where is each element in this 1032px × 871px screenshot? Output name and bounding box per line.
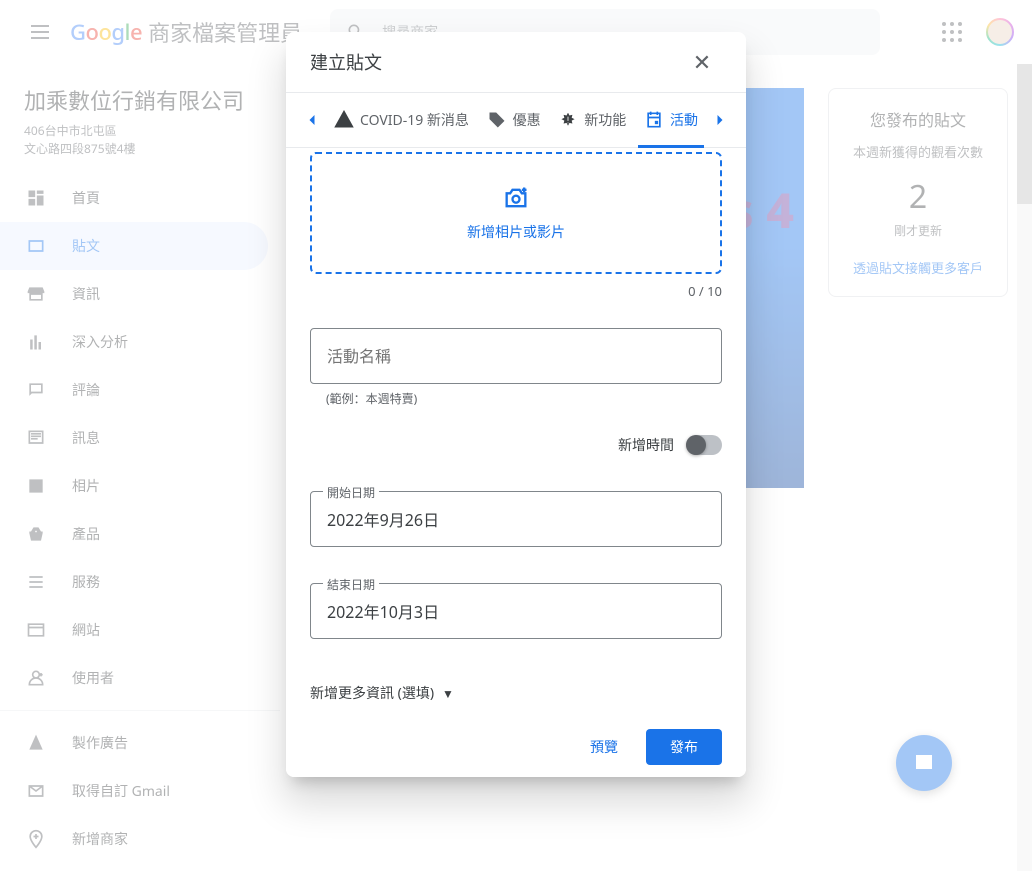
publish-button[interactable]: 發布 <box>646 729 722 765</box>
more-details-label: 新增更多資訊 (選填) <box>310 683 434 703</box>
tab-label: 新功能 <box>584 110 626 130</box>
tab-whatsnew[interactable]: 新功能 <box>558 93 626 147</box>
event-name-input[interactable] <box>327 345 705 367</box>
tab-label: 優惠 <box>513 110 541 130</box>
close-icon: ✕ <box>693 47 711 77</box>
upload-count: 0 / 10 <box>310 282 722 300</box>
tab-offer[interactable]: 優惠 <box>487 93 541 147</box>
dialog-header: 建立貼文 ✕ <box>286 32 746 92</box>
start-date-field[interactable]: 開始日期 2022年9月26日 <box>310 491 722 547</box>
dialog-body: 新增相片或影片 0 / 10 (範例：本週特賣) 新增時間 開始日期 2022年… <box>286 148 746 715</box>
chevron-right-icon <box>710 110 730 130</box>
tabs-scroll-right[interactable] <box>706 110 734 130</box>
preview-button[interactable]: 預覽 <box>570 729 638 765</box>
event-name-hint: (範例：本週特賣) <box>310 390 722 407</box>
add-time-toggle[interactable] <box>686 435 722 455</box>
end-date-label: 結束日期 <box>323 576 379 593</box>
tag-icon <box>487 110 507 130</box>
more-details-toggle[interactable]: 新增更多資訊 (選填) ▼ <box>310 683 722 703</box>
calendar-icon <box>644 110 664 130</box>
create-post-dialog: 建立貼文 ✕ COVID-19 新消息 優惠 新功能 活動 新增相片或影片 0 … <box>286 32 746 777</box>
camera-plus-icon <box>502 184 530 212</box>
tab-label: 活動 <box>670 110 698 130</box>
chevron-down-icon: ▼ <box>442 685 454 702</box>
tab-label: COVID-19 新消息 <box>360 110 469 130</box>
add-media-button[interactable]: 新增相片或影片 <box>310 152 722 274</box>
dialog-footer: 預覽 發布 <box>286 715 746 777</box>
tab-covid[interactable]: COVID-19 新消息 <box>334 93 469 147</box>
new-icon <box>558 110 578 130</box>
end-date-value: 2022年10月3日 <box>327 599 439 623</box>
tabs-scroll-left[interactable] <box>298 110 326 130</box>
close-button[interactable]: ✕ <box>682 42 722 82</box>
event-name-field[interactable] <box>310 328 722 384</box>
warning-icon <box>334 110 354 130</box>
end-date-field[interactable]: 結束日期 2022年10月3日 <box>310 583 722 639</box>
start-date-value: 2022年9月26日 <box>327 507 439 531</box>
add-time-label: 新增時間 <box>618 435 674 455</box>
add-time-row: 新增時間 <box>310 435 722 455</box>
post-type-tabs: COVID-19 新消息 優惠 新功能 活動 <box>286 92 746 148</box>
chevron-left-icon <box>302 110 322 130</box>
tab-event[interactable]: 活動 <box>644 93 698 147</box>
dialog-title: 建立貼文 <box>310 49 382 75</box>
start-date-label: 開始日期 <box>323 484 379 501</box>
upload-label: 新增相片或影片 <box>467 222 565 242</box>
